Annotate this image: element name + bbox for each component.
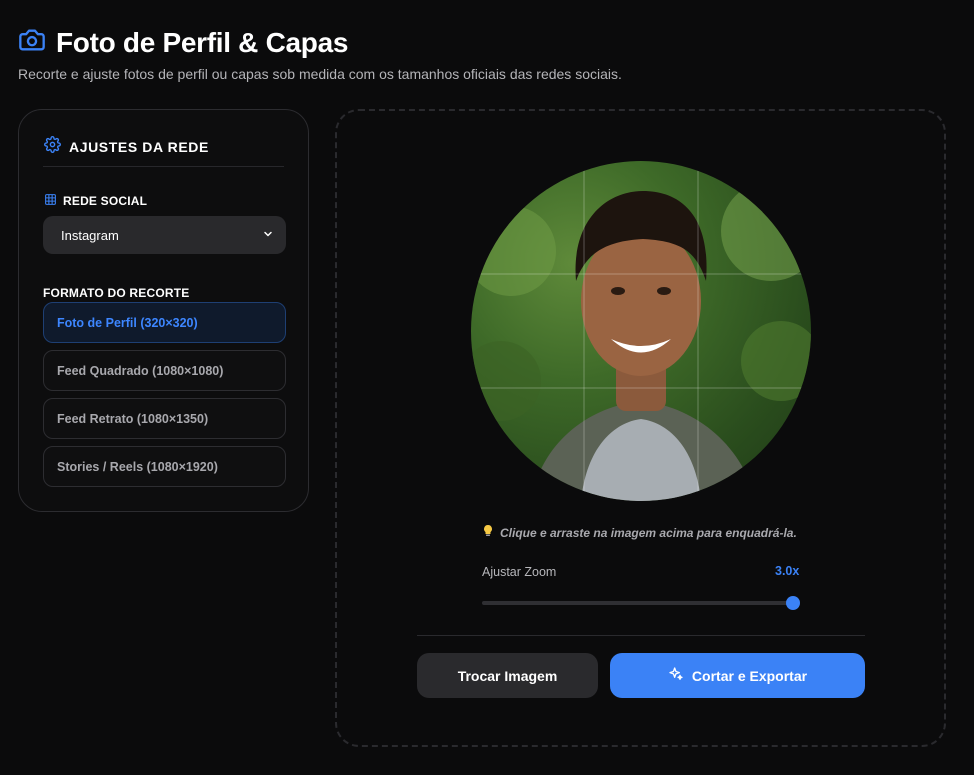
network-settings-panel: AJUSTES DA REDE REDE SOCIAL Instagram FO… xyxy=(18,109,309,512)
network-label: REDE SOCIAL xyxy=(44,193,147,209)
drag-hint: Clique e arraste na imagem acima para en… xyxy=(482,524,802,541)
page-header: Foto de Perfil & Capas xyxy=(18,26,348,59)
zoom-value: 3.0x xyxy=(775,564,800,578)
zoom-slider-track[interactable] xyxy=(482,601,796,605)
lightbulb-icon xyxy=(482,524,494,541)
zoom-label: Ajustar Zoom xyxy=(482,565,557,579)
drag-hint-text: Clique e arraste na imagem acima para en… xyxy=(500,525,797,540)
crop-export-label: Cortar e Exportar xyxy=(691,667,808,684)
crop-export-button[interactable]: Cortar e Exportar xyxy=(610,653,865,698)
sparkles-icon xyxy=(668,666,684,685)
chevron-down-icon xyxy=(262,228,274,243)
network-select[interactable]: Instagram xyxy=(43,216,286,254)
gear-icon xyxy=(44,136,61,158)
crop-preview-image[interactable] xyxy=(471,161,811,501)
format-option-stories[interactable]: Stories / Reels (1080×1920) xyxy=(43,446,286,487)
network-select-value: Instagram xyxy=(61,227,119,243)
page-subtitle: Recorte e ajuste fotos de perfil ou capa… xyxy=(18,66,622,82)
page-title: Foto de Perfil & Capas xyxy=(56,26,349,58)
swap-image-button[interactable]: Trocar Imagem xyxy=(417,653,598,698)
divider xyxy=(417,635,865,636)
format-option-square-feed[interactable]: Feed Quadrado (1080×1080) xyxy=(43,350,286,391)
format-label: FORMATO DO RECORTE xyxy=(43,286,190,300)
zoom-slider-thumb[interactable] xyxy=(786,596,800,610)
format-option-portrait-feed[interactable]: Feed Retrato (1080×1350) xyxy=(43,398,286,439)
grid-overlay xyxy=(471,161,811,501)
network-label-text: REDE SOCIAL xyxy=(63,194,148,208)
settings-heading: AJUSTES DA REDE xyxy=(69,139,209,155)
camera-icon xyxy=(18,26,46,59)
divider xyxy=(43,166,284,167)
crop-stage: Clique e arraste na imagem acima para en… xyxy=(335,109,946,747)
grid-icon xyxy=(44,193,57,209)
format-option-profile[interactable]: Foto de Perfil (320×320) xyxy=(43,302,286,343)
